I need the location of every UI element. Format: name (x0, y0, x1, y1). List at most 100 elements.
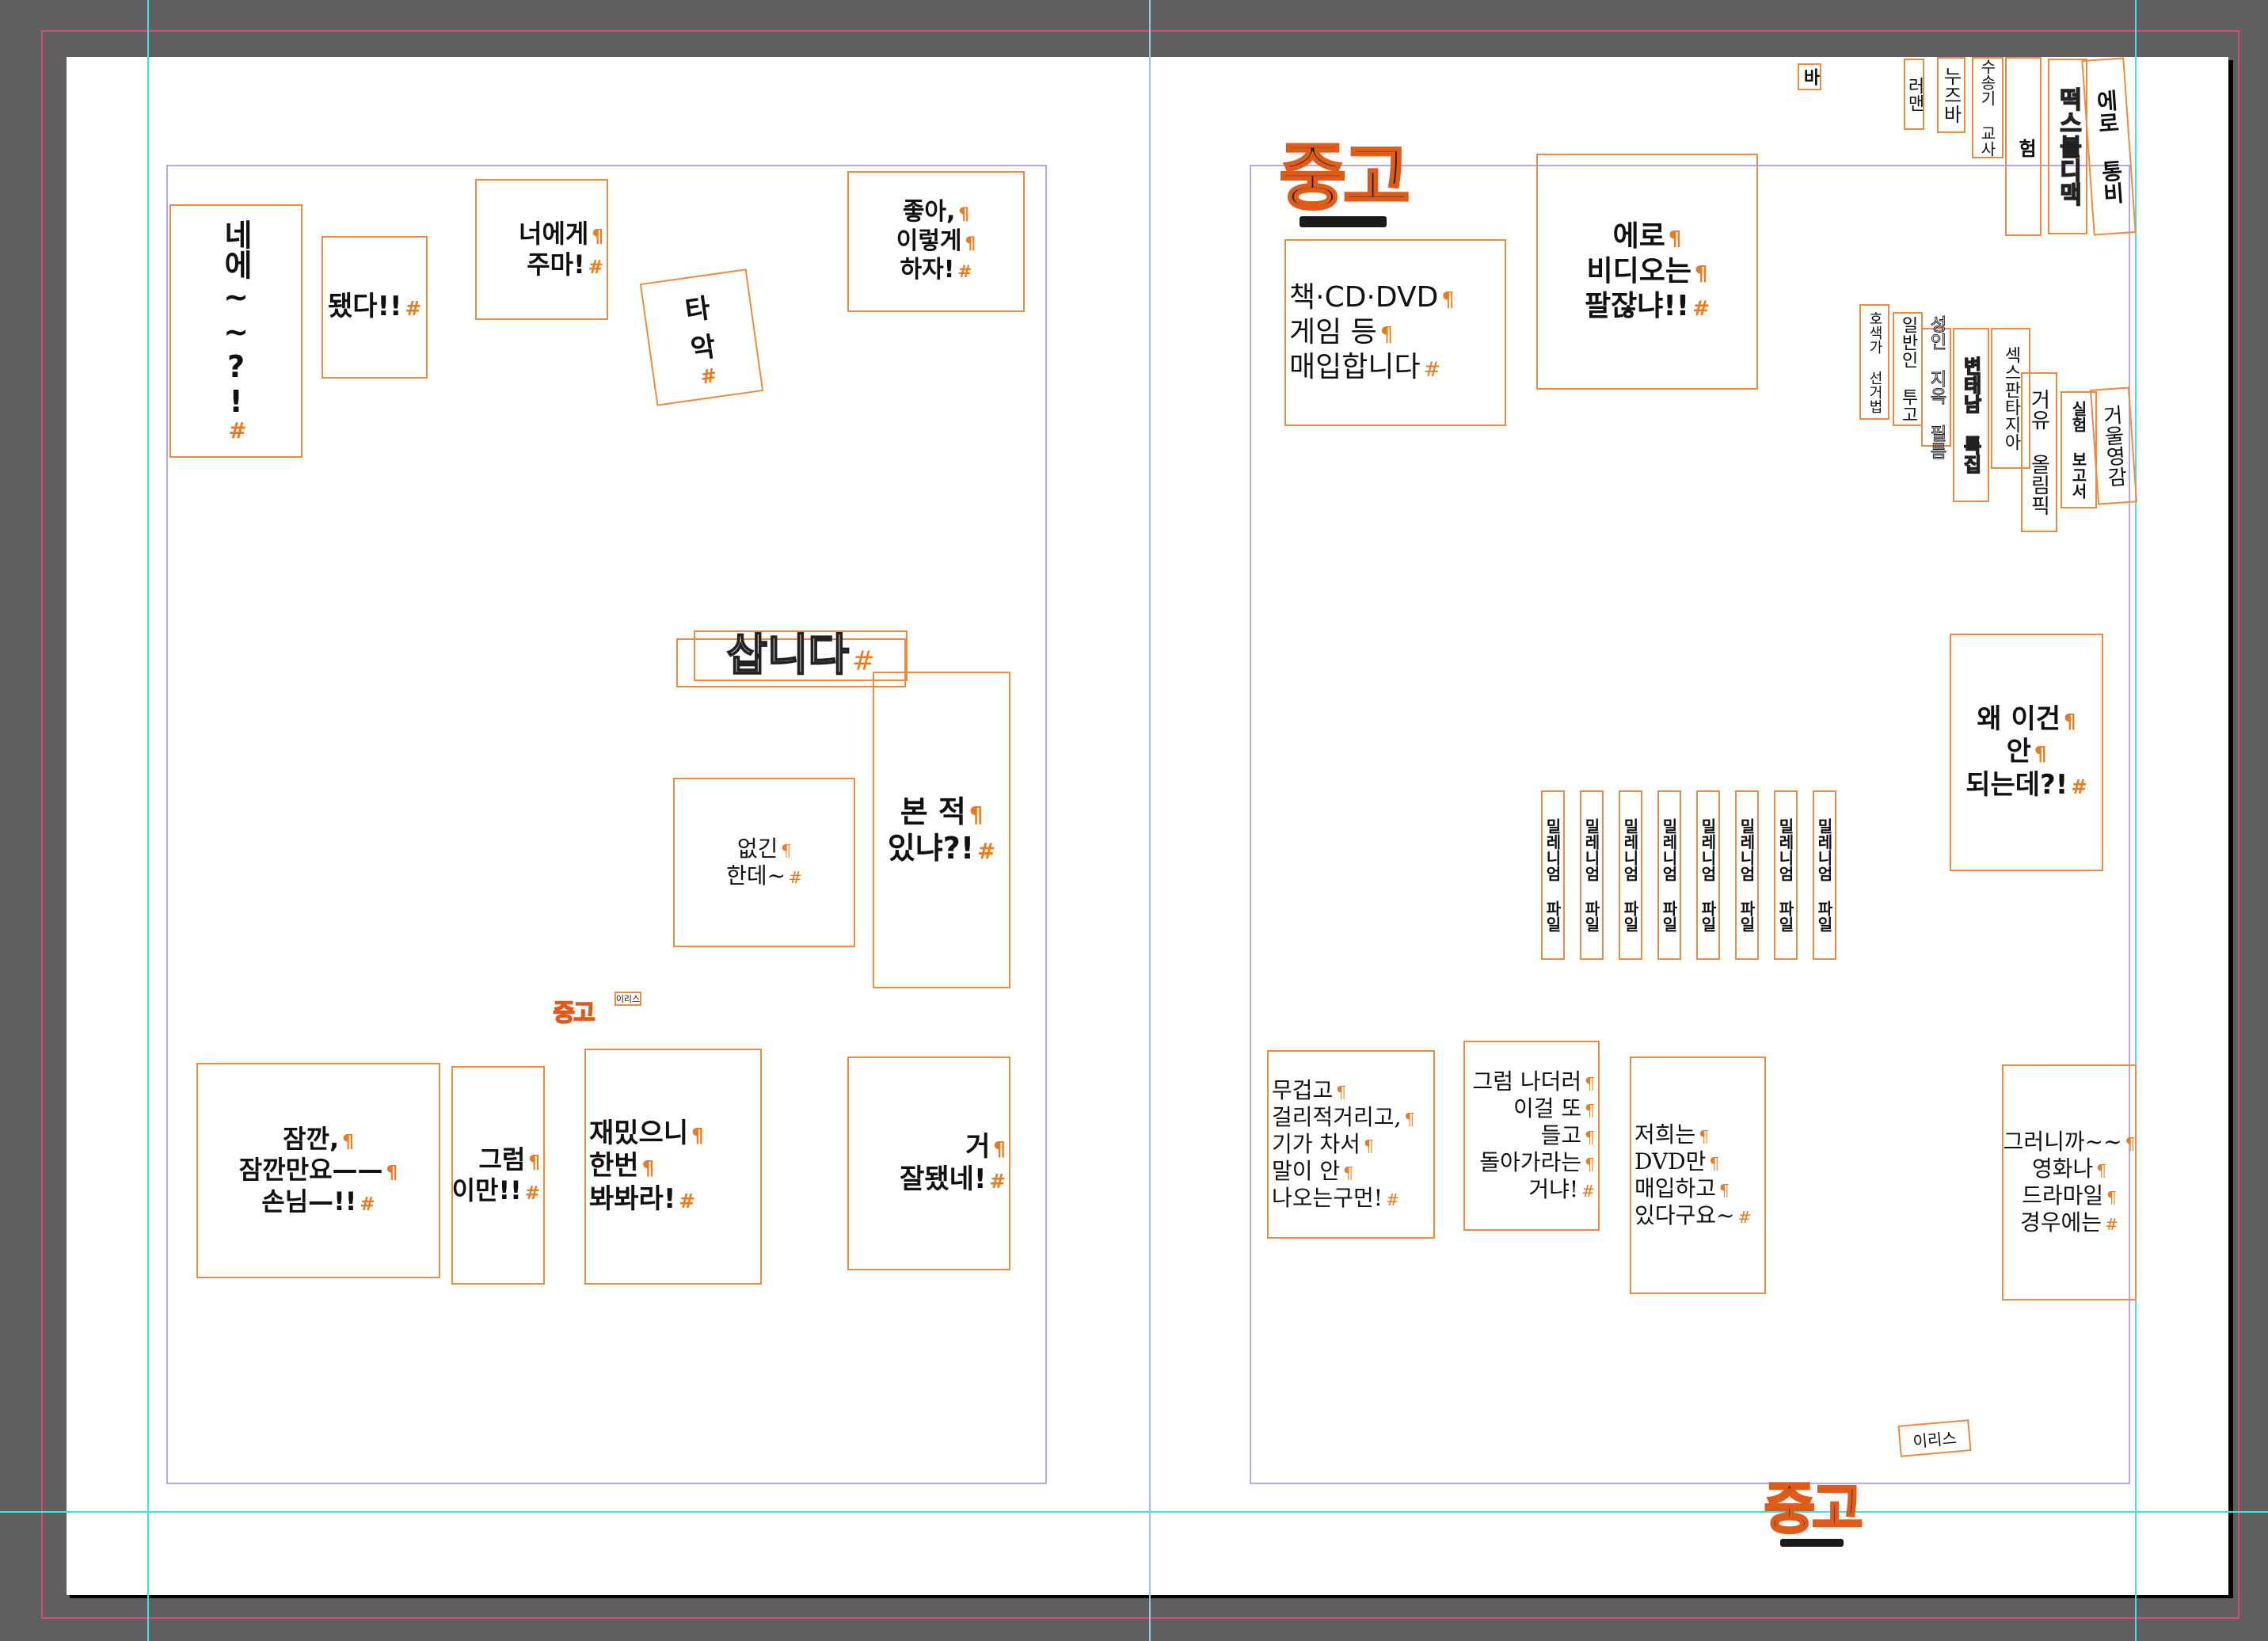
end-mark-icon: # (789, 868, 802, 887)
logo-main[interactable]: 중고 (1278, 125, 1411, 236)
text-frame-nee[interactable]: 네 에 ~ ~?! # (169, 204, 303, 458)
end-mark-icon: # (360, 1194, 375, 1215)
paragraph-mark-icon: ¶ (1709, 1153, 1720, 1173)
dvd-spine-0[interactable]: 밀레니엄 파일 (1541, 790, 1565, 960)
spine-mid-1[interactable]: 일반인 투고 (1893, 312, 1923, 426)
paragraph-mark-icon: ¶ (1585, 1127, 1595, 1147)
spine-top-5[interactable]: 떡스볼디맥 (2048, 59, 2087, 234)
dvd-spine-5[interactable]: 밀레니엄 파일 (1735, 790, 1759, 960)
logo-bottom[interactable]: 중고 (1763, 1462, 1864, 1560)
spine-top-3[interactable]: 수송기 교사 (1972, 57, 2004, 158)
spine-top-4[interactable]: 험 (2005, 57, 2042, 236)
dvd-spine-2[interactable]: 밀레니엄 파일 (1619, 790, 1642, 960)
paragraph-mark-icon: ¶ (641, 1156, 655, 1180)
paragraph-mark-icon: ¶ (993, 1137, 1006, 1160)
spine-top-0[interactable]: 바 (1798, 63, 1821, 90)
end-mark-icon: # (2105, 1215, 2118, 1235)
text-frame-dwaetda[interactable]: 됐다!! # (322, 236, 428, 379)
text-frame-neoege[interactable]: 너에게 ¶ 주마! # (475, 179, 608, 320)
end-mark-icon: # (225, 418, 250, 444)
tag-iris[interactable]: 이리스 (1897, 1419, 1972, 1457)
paragraph-mark-icon: ¶ (1363, 1136, 1374, 1156)
end-mark-icon: # (957, 262, 972, 283)
paragraph-mark-icon: ¶ (592, 226, 603, 247)
paragraph-mark-icon: ¶ (386, 1163, 398, 1184)
text-frame-geureom[interactable]: 그럼 ¶ 이만!! # (451, 1066, 545, 1285)
dvd-spine-7[interactable]: 밀레니엄 파일 (1813, 790, 1836, 960)
text-frame-taak[interactable]: 타 악 # (639, 268, 764, 406)
frame-text: 네 (218, 219, 253, 249)
paragraph-mark-icon: ¶ (342, 1132, 354, 1153)
end-mark-icon: # (2071, 775, 2087, 798)
paragraph-mark-icon: ¶ (1585, 1073, 1595, 1093)
spine-mid-3[interactable]: 변태남 특집 (1953, 328, 1989, 502)
spread-spine (1149, 0, 1151, 1641)
tag-iris-small[interactable]: 이리스 (615, 992, 641, 1006)
paragraph-mark-icon: ¶ (2106, 1188, 2117, 1207)
guide-horizontal-bottom[interactable] (0, 1511, 2268, 1513)
paragraph-mark-icon: ¶ (1441, 288, 1455, 313)
paragraph-mark-icon: ¶ (2125, 1133, 2136, 1153)
text-frame-jamkkan[interactable]: 잠깐, ¶ 잠깐만요—— ¶ 손님—!! # (196, 1063, 440, 1278)
end-mark-icon: # (1692, 296, 1710, 321)
paragraph-mark-icon: ¶ (2064, 709, 2076, 733)
end-mark-icon: # (698, 363, 718, 389)
text-frame-wae[interactable]: 왜 이건 ¶ 안 ¶ 되는데?! # (1950, 634, 2103, 871)
paragraph-mark-icon: ¶ (1668, 227, 1682, 252)
end-mark-icon: # (679, 1189, 695, 1213)
paragraph-mark-icon: ¶ (968, 802, 984, 828)
logo-small-left[interactable]: 중고 (553, 995, 596, 1033)
paragraph-mark-icon: ¶ (1404, 1109, 1415, 1129)
dvd-spine-6[interactable]: 밀레니엄 파일 (1774, 790, 1798, 960)
end-mark-icon: # (977, 840, 996, 864)
paragraph-mark-icon: ¶ (691, 1123, 704, 1147)
text-frame-eopgin[interactable]: 없긴 ¶ 한데~ # (673, 778, 855, 947)
text-frame-geureomnadeo[interactable]: 그럼 나더러 ¶ 이걸 또 ¶ 들고 ¶ 돌아가라는 ¶ 거냐! # (1463, 1041, 1600, 1231)
paragraph-mark-icon: ¶ (1699, 1126, 1710, 1146)
spine-mid-0[interactable]: 호색가 선거법 (1859, 304, 1889, 420)
end-mark-icon: # (1386, 1190, 1399, 1210)
paragraph-mark-icon: ¶ (1719, 1181, 1730, 1200)
text-frame-geureonikka[interactable]: 그러니까~~ ¶ 영화나 ¶ 드라마일 ¶ 경우에는 # (2002, 1064, 2137, 1300)
end-mark-icon: # (1737, 1208, 1752, 1228)
guide-vertical-right[interactable] (2135, 0, 2137, 1641)
end-mark-icon: # (1423, 357, 1441, 382)
paragraph-mark-icon: ¶ (1343, 1163, 1354, 1183)
text-frame-joha[interactable]: 좋아, ¶ 이렇게 ¶ 하자! # (847, 171, 1025, 312)
paragraph-mark-icon: ¶ (1585, 1100, 1595, 1120)
end-mark-icon: # (405, 297, 422, 321)
paragraph-mark-icon: ¶ (2096, 1160, 2107, 1180)
spine-top-1[interactable]: 러맨 (1904, 59, 1924, 130)
paragraph-mark-icon: ¶ (528, 1152, 540, 1173)
spine-mid-7[interactable]: 거울영감 (2089, 386, 2138, 505)
text-frame-jaemit[interactable]: 재밌으니 ¶ 한번 ¶ 봐봐라! # (584, 1049, 762, 1285)
guide-vertical-left[interactable] (147, 0, 149, 1641)
end-mark-icon: # (588, 257, 603, 278)
paragraph-mark-icon: ¶ (1585, 1155, 1595, 1175)
dvd-spine-3[interactable]: 밀레니엄 파일 (1657, 790, 1681, 960)
text-frame-ero[interactable]: 에로 ¶ 비디오는 ¶ 팔잖냐!! # (1536, 154, 1758, 390)
paragraph-mark-icon: ¶ (1336, 1082, 1347, 1102)
text-frame-bonjeok[interactable]: 본 적 ¶ 있냐?! # (873, 672, 1010, 988)
paragraph-mark-icon: ¶ (1695, 262, 1708, 287)
text-frame-chaek[interactable]: 책·CD·DVD ¶ 게임 등 ¶ 매입합니다 # (1284, 239, 1506, 426)
dvd-spine-1[interactable]: 밀레니엄 파일 (1580, 790, 1604, 960)
logo-underline (1300, 216, 1387, 228)
paragraph-mark-icon: ¶ (958, 204, 970, 225)
paragraph-mark-icon: ¶ (965, 233, 976, 253)
paragraph-mark-icon: ¶ (1379, 323, 1394, 348)
text-frame-mugeopgo[interactable]: 무겁고 ¶ 걸리적거리고, ¶ 기가 차서 ¶ 말이 안 ¶ 나오는구먼! # (1267, 1050, 1435, 1239)
text-frame-jeohuineun[interactable]: 저희는 ¶ DVD만 ¶ 매입하고 ¶ 있다구요~ # (1630, 1057, 1766, 1294)
end-mark-icon: # (524, 1183, 540, 1204)
spine-top-2[interactable]: 누즈바 (1937, 57, 1965, 133)
dvd-spine-4[interactable]: 밀레니엄 파일 (1696, 790, 1720, 960)
end-mark-icon: # (1581, 1182, 1595, 1201)
text-frame-geo[interactable]: 거 ¶ 잘됐네! # (847, 1057, 1010, 1270)
paragraph-mark-icon: ¶ (781, 840, 792, 860)
end-mark-icon: # (852, 645, 875, 677)
spine-mid-5[interactable]: 거유 올림픽 (2021, 372, 2057, 532)
paragraph-mark-icon: ¶ (2034, 742, 2047, 766)
logo-bottom-underline (1780, 1538, 1844, 1547)
end-mark-icon: # (989, 1170, 1006, 1193)
spine-mid-2[interactable]: 성인 지옥 필름 (1921, 315, 1951, 460)
